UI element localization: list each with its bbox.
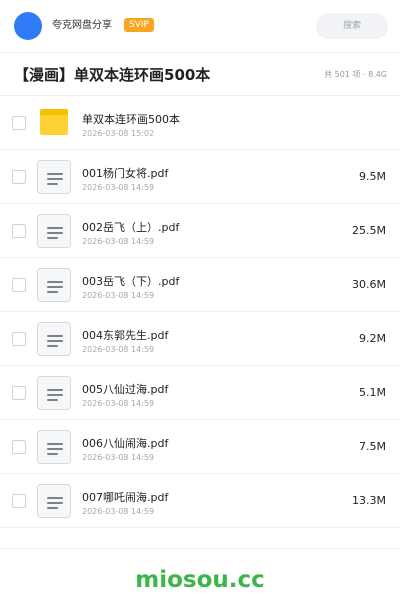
document-icon — [37, 376, 71, 410]
file-name: 005八仙过海.pdf — [82, 383, 169, 396]
document-icon — [37, 484, 71, 518]
file-size: 13.3M — [352, 494, 386, 507]
file-name: 007哪吒闹海.pdf — [82, 491, 169, 504]
document-icon — [37, 214, 71, 248]
file-date: 2026-03-08 14:59 — [82, 453, 155, 462]
folder-meta: 共 501 项 · 8.4G — [324, 70, 387, 79]
file-size: 9.2M — [359, 332, 386, 345]
page-title: 【漫画】单双本连环画500本 — [14, 66, 211, 84]
file-date: 2026-03-08 14:59 — [82, 507, 155, 516]
avatar[interactable] — [14, 12, 42, 40]
list-item[interactable]: 003岳飞（下）.pdf 2026-03-08 14:59 30.6M — [0, 258, 400, 312]
list-item[interactable]: 005八仙过海.pdf 2026-03-08 14:59 5.1M — [0, 366, 400, 420]
select-checkbox[interactable] — [12, 116, 26, 130]
file-name: 002岳飞（上）.pdf — [82, 221, 180, 234]
select-checkbox[interactable] — [12, 494, 26, 508]
file-size: 5.1M — [359, 386, 386, 399]
select-checkbox[interactable] — [12, 386, 26, 400]
file-name: 004东郭先生.pdf — [82, 329, 169, 342]
folder-icon — [40, 109, 68, 135]
document-icon — [37, 430, 71, 464]
file-name: 001杨门女将.pdf — [82, 167, 169, 180]
file-name: 003岳飞（下）.pdf — [82, 275, 180, 288]
list-item[interactable]: 002岳飞（上）.pdf 2026-03-08 14:59 25.5M — [0, 204, 400, 258]
document-icon — [37, 268, 71, 302]
file-date: 2026-03-08 14:59 — [82, 237, 155, 246]
list-item[interactable]: 004东郭先生.pdf 2026-03-08 14:59 9.2M — [0, 312, 400, 366]
svip-badge: SVIP — [124, 18, 154, 32]
list-item[interactable]: 单双本连环画500本 2026-03-08 15:02 — [0, 96, 400, 150]
list-item[interactable]: 001杨门女将.pdf 2026-03-08 14:59 9.5M — [0, 150, 400, 204]
list-item[interactable]: 007哪吒闹海.pdf 2026-03-08 14:59 13.3M — [0, 474, 400, 528]
file-name: 006八仙闹海.pdf — [82, 437, 169, 450]
document-icon — [37, 160, 71, 194]
select-checkbox[interactable] — [12, 332, 26, 346]
top-header: 夸克网盘分享 SVIP 搜索 — [0, 0, 400, 53]
document-icon — [37, 322, 71, 356]
file-size: 30.6M — [352, 278, 386, 291]
file-date: 2026-03-08 14:59 — [82, 399, 155, 408]
file-date: 2026-03-08 14:59 — [82, 345, 155, 354]
file-name: 单双本连环画500本 — [82, 113, 180, 126]
folder-header: 【漫画】单双本连环画500本 共 501 项 · 8.4G — [0, 53, 400, 96]
select-checkbox[interactable] — [12, 278, 26, 292]
select-checkbox[interactable] — [12, 224, 26, 238]
file-date: 2026-03-08 14:59 — [82, 291, 155, 300]
file-size: 25.5M — [352, 224, 386, 237]
list-item[interactable]: 006八仙闹海.pdf 2026-03-08 14:59 7.5M — [0, 420, 400, 474]
file-date: 2026-03-08 15:02 — [82, 129, 155, 138]
select-checkbox[interactable] — [12, 170, 26, 184]
footer: miosou.cc — [0, 548, 400, 601]
file-list: 单双本连环画500本 2026-03-08 15:02 001杨门女将.pdf … — [0, 96, 400, 528]
file-size: 7.5M — [359, 440, 386, 453]
search-button[interactable]: 搜索 — [316, 13, 388, 39]
site-watermark: miosou.cc — [135, 567, 265, 593]
sharer-name[interactable]: 夸克网盘分享 — [52, 19, 112, 33]
select-checkbox[interactable] — [12, 440, 26, 454]
file-size: 9.5M — [359, 170, 386, 183]
file-date: 2026-03-08 14:59 — [82, 183, 155, 192]
